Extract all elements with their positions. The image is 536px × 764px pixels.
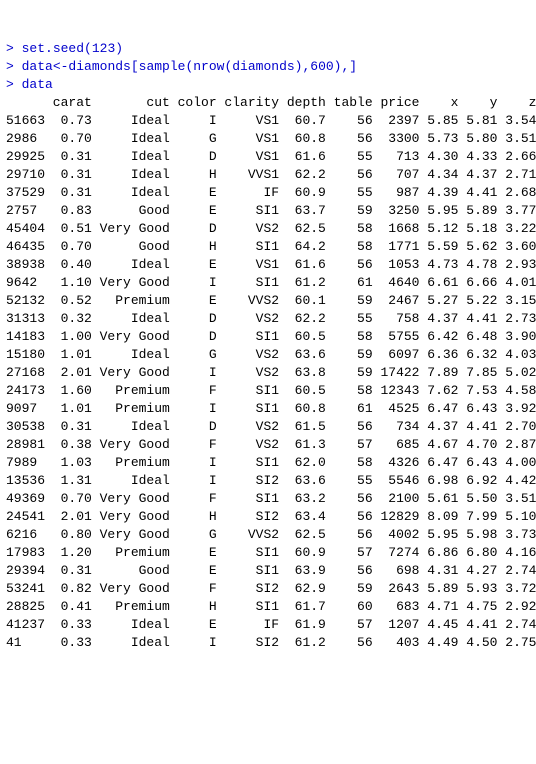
output-row: 28981 0.38 Very Good F VS2 61.3 57 685 4… <box>6 437 536 452</box>
output-row: 53241 0.82 Very Good F SI2 62.9 59 2643 … <box>6 581 536 596</box>
output-row: 9097 1.01 Premium I SI1 60.8 61 4525 6.4… <box>6 401 536 416</box>
output-row: 2757 0.83 Good E SI1 63.7 59 3250 5.95 5… <box>6 203 536 218</box>
output-row: 41 0.33 Ideal I SI2 61.2 56 403 4.49 4.5… <box>6 635 536 650</box>
output-row: 24541 2.01 Very Good H SI2 63.4 56 12829… <box>6 509 536 524</box>
output-row: 15180 1.01 Ideal G VS2 63.6 59 6097 6.36… <box>6 347 536 362</box>
output-row: 31313 0.32 Ideal D VS2 62.2 55 758 4.37 … <box>6 311 536 326</box>
output-row: 37529 0.31 Ideal E IF 60.9 55 987 4.39 4… <box>6 185 536 200</box>
output-row: 29394 0.31 Good E SI1 63.9 56 698 4.31 4… <box>6 563 536 578</box>
output-row: 14183 1.00 Very Good D SI1 60.5 58 5755 … <box>6 329 536 344</box>
output-header: carat cut color clarity depth table pric… <box>6 95 536 110</box>
output-row: 9642 1.10 Very Good I SI1 61.2 61 4640 6… <box>6 275 536 290</box>
output-row: 46435 0.70 Good H SI1 64.2 58 1771 5.59 … <box>6 239 536 254</box>
output-row: 17983 1.20 Premium E SI1 60.9 57 7274 6.… <box>6 545 536 560</box>
output-row: 30538 0.31 Ideal D VS2 61.5 56 734 4.37 … <box>6 419 536 434</box>
prompt: > <box>6 59 14 74</box>
prompt: > <box>6 77 14 92</box>
output-row: 29925 0.31 Ideal D VS1 61.6 55 713 4.30 … <box>6 149 536 164</box>
output-row: 2986 0.70 Ideal G VS1 60.8 56 3300 5.73 … <box>6 131 536 146</box>
r-console[interactable]: > set.seed(123) > data<-diamonds[sample(… <box>0 36 536 656</box>
code-line: data <box>22 77 53 92</box>
output-row: 13536 1.31 Ideal I SI2 63.6 55 5546 6.98… <box>6 473 536 488</box>
prompt: > <box>6 41 14 56</box>
output-row: 52132 0.52 Premium E VVS2 60.1 59 2467 5… <box>6 293 536 308</box>
output-row: 41237 0.33 Ideal E IF 61.9 57 1207 4.45 … <box>6 617 536 632</box>
output-row: 51663 0.73 Ideal I VS1 60.7 56 2397 5.85… <box>6 113 536 128</box>
output-row: 7989 1.03 Premium I SI1 62.0 58 4326 6.4… <box>6 455 536 470</box>
output-row: 24173 1.60 Premium F SI1 60.5 58 12343 7… <box>6 383 536 398</box>
output-row: 49369 0.70 Very Good F SI1 63.2 56 2100 … <box>6 491 536 506</box>
code-line: set.seed(123) <box>22 41 123 56</box>
code-line: data<-diamonds[sample(nrow(diamonds),600… <box>22 59 357 74</box>
output-row: 45404 0.51 Very Good D VS2 62.5 58 1668 … <box>6 221 536 236</box>
output-row: 6216 0.80 Very Good G VVS2 62.5 56 4002 … <box>6 527 536 542</box>
output-row: 29710 0.31 Ideal H VVS1 62.2 56 707 4.34… <box>6 167 536 182</box>
output-row: 38938 0.40 Ideal E VS1 61.6 56 1053 4.73… <box>6 257 536 272</box>
output-row: 27168 2.01 Very Good I VS2 63.8 59 17422… <box>6 365 536 380</box>
